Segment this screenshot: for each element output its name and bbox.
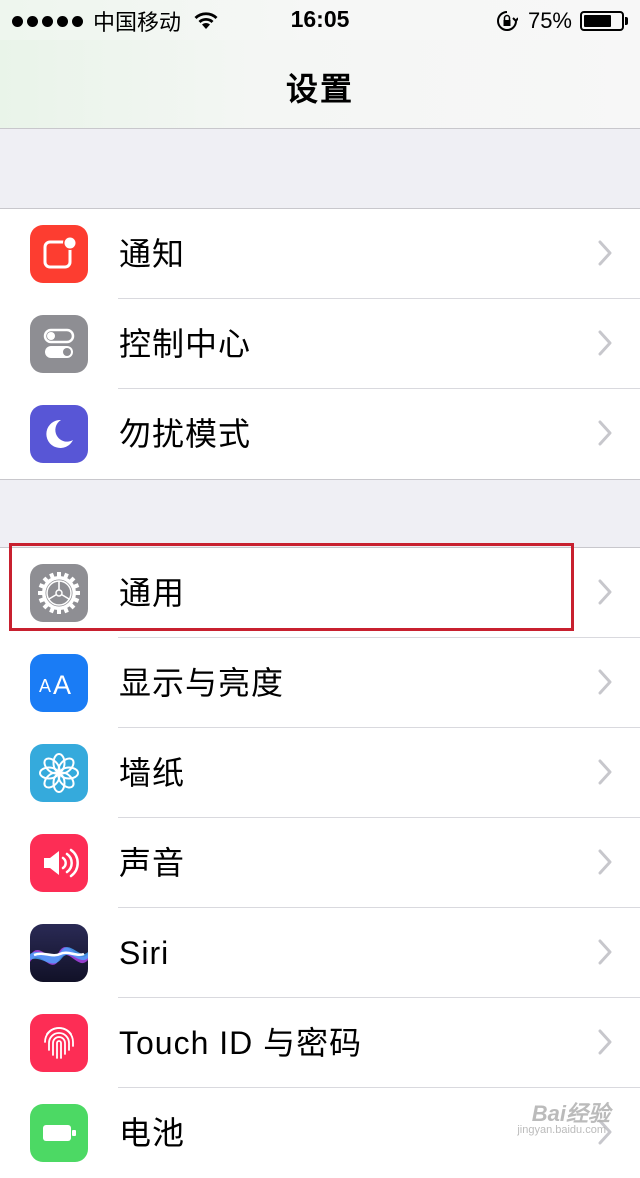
settings-row-control-center[interactable]: 控制中心	[0, 299, 640, 389]
rotation-lock-icon	[496, 10, 528, 32]
svg-text:A: A	[39, 676, 51, 696]
page-title: 设置	[285, 71, 354, 107]
settings-row-label: 显示与亮度	[119, 665, 285, 701]
chevron-right-icon	[598, 330, 612, 356]
highlight-annotation-box	[9, 543, 574, 631]
settings-row-label: 控制中心	[119, 326, 252, 362]
battery-percent: 75%	[527, 8, 572, 33]
chevron-right-icon	[598, 579, 612, 605]
battery-settings-icon	[30, 1104, 88, 1162]
chevron-right-icon	[598, 849, 612, 875]
settings-row-label: 电池	[119, 1115, 186, 1151]
settings-row-label: Touch ID 与密码	[119, 1025, 363, 1061]
siri-icon	[30, 924, 88, 982]
settings-row-sounds[interactable]: 声音	[0, 818, 640, 908]
watermark-url: jingyan.baidu.com	[517, 1124, 606, 1136]
settings-row-do-not-disturb[interactable]: 勿扰模式	[0, 389, 640, 479]
sounds-speaker-icon	[30, 834, 88, 892]
settings-group-1: 通知 控制中心 勿扰模式	[0, 208, 640, 480]
notifications-icon	[30, 225, 88, 283]
settings-row-label: 声音	[119, 845, 186, 881]
battery-tip	[625, 17, 628, 25]
svg-text:A: A	[53, 670, 71, 700]
settings-row-label: 墙纸	[119, 755, 186, 791]
do-not-disturb-moon-icon	[30, 405, 88, 463]
chevron-right-icon	[598, 420, 612, 446]
settings-row-label: 通知	[119, 236, 186, 272]
wallpaper-flower-icon	[30, 744, 88, 802]
settings-row-label: 勿扰模式	[119, 416, 252, 452]
settings-group-2: 通用 A A 显示与亮度 墙纸 声音 Siri Touch ID 与密码 电池	[0, 547, 640, 1178]
chevron-right-icon	[598, 669, 612, 695]
settings-row-label: Siri	[119, 935, 170, 971]
status-bar: 中国移动 16:05 75%	[0, 0, 640, 40]
touch-id-fingerprint-icon	[30, 1014, 88, 1072]
settings-row-display-brightness[interactable]: A A 显示与亮度	[0, 638, 640, 728]
settings-row-wallpaper[interactable]: 墙纸	[0, 728, 640, 818]
settings-row-touch-id[interactable]: Touch ID 与密码	[0, 998, 640, 1088]
status-bar-right: 75%	[496, 7, 628, 35]
chevron-right-icon	[598, 939, 612, 965]
settings-row-siri[interactable]: Siri	[0, 908, 640, 998]
settings-row-notifications[interactable]: 通知	[0, 209, 640, 299]
chevron-right-icon	[598, 1029, 612, 1055]
chevron-right-icon	[598, 240, 612, 266]
chevron-right-icon	[598, 759, 612, 785]
control-center-icon	[30, 315, 88, 373]
battery-level-fill	[584, 15, 611, 27]
battery-icon	[580, 11, 624, 31]
navigation-bar: 设置	[0, 40, 640, 129]
display-brightness-aa-icon: A A	[30, 654, 88, 712]
